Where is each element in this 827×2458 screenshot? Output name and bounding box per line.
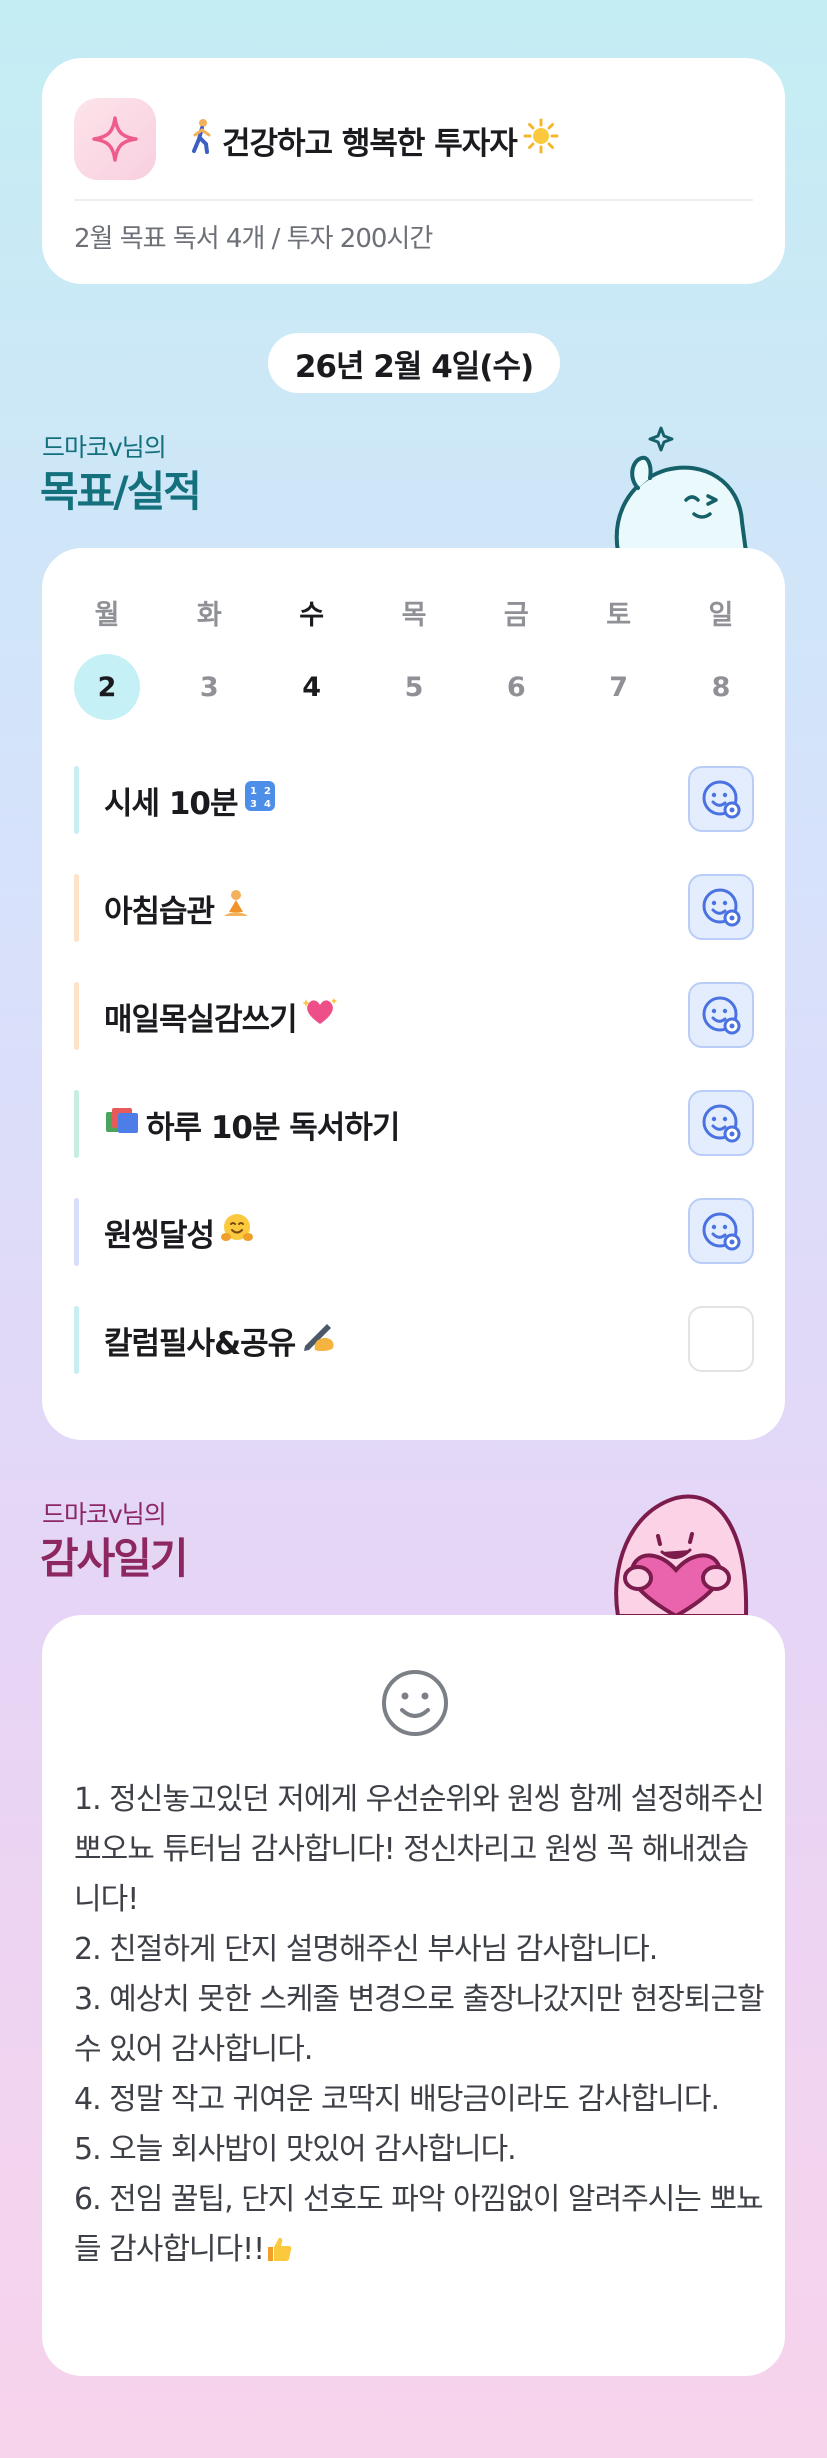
habit-checkbox-checked[interactable]: [688, 982, 754, 1048]
gratitude-section-title: 감사일기: [40, 1534, 189, 1583]
habit-row[interactable]: 시세 10분 1 2 3 4: [74, 766, 754, 834]
habit-label-row: 원씽달성: [104, 1198, 254, 1266]
habit-label: 하루 10분 독서하기: [146, 1109, 400, 1146]
date-cell[interactable]: 5: [381, 654, 447, 720]
habit-label: 매일목실감쓰기: [104, 1001, 298, 1038]
weekday-label: 목: [401, 600, 427, 631]
weekday-header: 월 화 수 목 금 토 일: [74, 593, 754, 632]
habit-color-bar: [74, 982, 79, 1050]
habit-label-row: 칼럼필사&공유: [104, 1306, 337, 1374]
habit-label-row: 매일목실감쓰기: [104, 982, 337, 1050]
date-cell[interactable]: 8: [688, 654, 754, 720]
habit-checkbox-unchecked[interactable]: [688, 1306, 754, 1372]
habit-label: 원씽달성: [104, 1217, 215, 1254]
week-dates: 2 3 4 5 6 7 8: [74, 654, 754, 720]
weekday-label: 화: [196, 600, 222, 631]
goals-section-title: 목표/실적: [40, 467, 202, 516]
journal-body: 1. 정신놓고있던 저에게 우선순위와 원씽 함께 설정해주신 뽀오뇨 튜터님 …: [74, 1782, 765, 2267]
hugging-face-icon: [220, 1211, 254, 1253]
date-cell-selected[interactable]: 2: [74, 654, 140, 720]
books-icon: [104, 1104, 140, 1144]
profile-title-row: 건강하고 행복한 투자자: [188, 118, 559, 162]
heart-mascot-icon: [614, 1494, 749, 1616]
sparkle-icon: [74, 98, 156, 180]
svg-text:3: 3: [250, 799, 257, 810]
habit-color-bar: [74, 874, 79, 942]
gratitude-journal-card: 1. 정신놓고있던 저에게 우선순위와 원씽 함께 설정해주신 뽀오뇨 튜터님 …: [42, 1615, 785, 2376]
habit-color-bar: [74, 766, 79, 834]
habit-color-bar: [74, 1306, 79, 1374]
sun-icon: [523, 118, 559, 162]
meditation-icon: [220, 888, 252, 928]
ghost-mascot-icon: [614, 426, 749, 552]
weekday-label: 수: [299, 600, 325, 631]
habit-color-bar: [74, 1198, 79, 1266]
habit-label-row: 하루 10분 독서하기: [104, 1090, 400, 1158]
profile-title: 건강하고 행복한 투자자: [222, 125, 518, 162]
journal-text: 1. 정신놓고있던 저에게 우선순위와 원씽 함께 설정해주신 뽀오뇨 튜터님 …: [74, 1775, 765, 2275]
habit-row[interactable]: 아침습관: [74, 874, 754, 942]
habit-checkbox-checked[interactable]: [688, 1198, 754, 1264]
date-cell[interactable]: 3: [176, 654, 242, 720]
smile-check-icon: [702, 780, 741, 819]
date-cell-today[interactable]: 4: [279, 654, 345, 720]
profile-card[interactable]: 건강하고 행복한 투자자 2월 목표 독서 4개 / 투자 200시간: [42, 58, 785, 284]
habit-row[interactable]: 칼럼필사&공유: [74, 1306, 754, 1374]
habit-label: 칼럼필사&공유: [104, 1325, 296, 1362]
smile-icon[interactable]: [380, 1668, 450, 1738]
date-cell[interactable]: 7: [586, 654, 652, 720]
weekday-label: 금: [503, 600, 529, 631]
habit-label-row: 시세 10분 1 2 3 4: [104, 766, 276, 834]
smile-check-icon: [702, 996, 741, 1035]
habit-label: 아침습관: [104, 893, 215, 930]
habit-label-row: 아침습관: [104, 874, 252, 942]
habit-checkbox-checked[interactable]: [688, 874, 754, 940]
smile-check-icon: [702, 888, 741, 927]
habit-tracker-card: 월 화 수 목 금 토 일 2 3 4 5 6 7 8 시세 10분 1 2 3…: [42, 548, 785, 1440]
date-cell[interactable]: 6: [483, 654, 549, 720]
smile-check-icon: [702, 1104, 741, 1143]
habit-checkbox-checked[interactable]: [688, 766, 754, 832]
habit-checkbox-checked[interactable]: [688, 1090, 754, 1156]
smile-check-icon: [702, 1212, 741, 1251]
svg-text:4: 4: [264, 799, 271, 810]
weekday-label: 일: [708, 600, 734, 631]
habit-row[interactable]: 하루 10분 독서하기: [74, 1090, 754, 1158]
monthly-goal: 2월 목표 독서 4개 / 투자 200시간: [74, 224, 433, 254]
habit-label: 시세 10분: [104, 785, 238, 822]
writing-hand-icon: [301, 1320, 337, 1360]
sparkling-heart-icon: [301, 996, 337, 1036]
date-selector[interactable]: 26년 2월 4일(수): [268, 333, 560, 393]
habit-color-bar: [74, 1090, 79, 1158]
weekday-label: 월: [94, 600, 120, 631]
profile-divider: [74, 199, 753, 201]
weekday-label: 토: [606, 600, 632, 631]
walking-person-icon: [188, 118, 216, 162]
thumbs-up-icon: [264, 2232, 294, 2267]
habit-row[interactable]: 매일목실감쓰기: [74, 982, 754, 1050]
habit-row[interactable]: 원씽달성: [74, 1198, 754, 1266]
numbers-icon: 1 2 3 4: [244, 780, 276, 820]
svg-text:2: 2: [264, 786, 271, 797]
svg-text:1: 1: [250, 786, 257, 797]
